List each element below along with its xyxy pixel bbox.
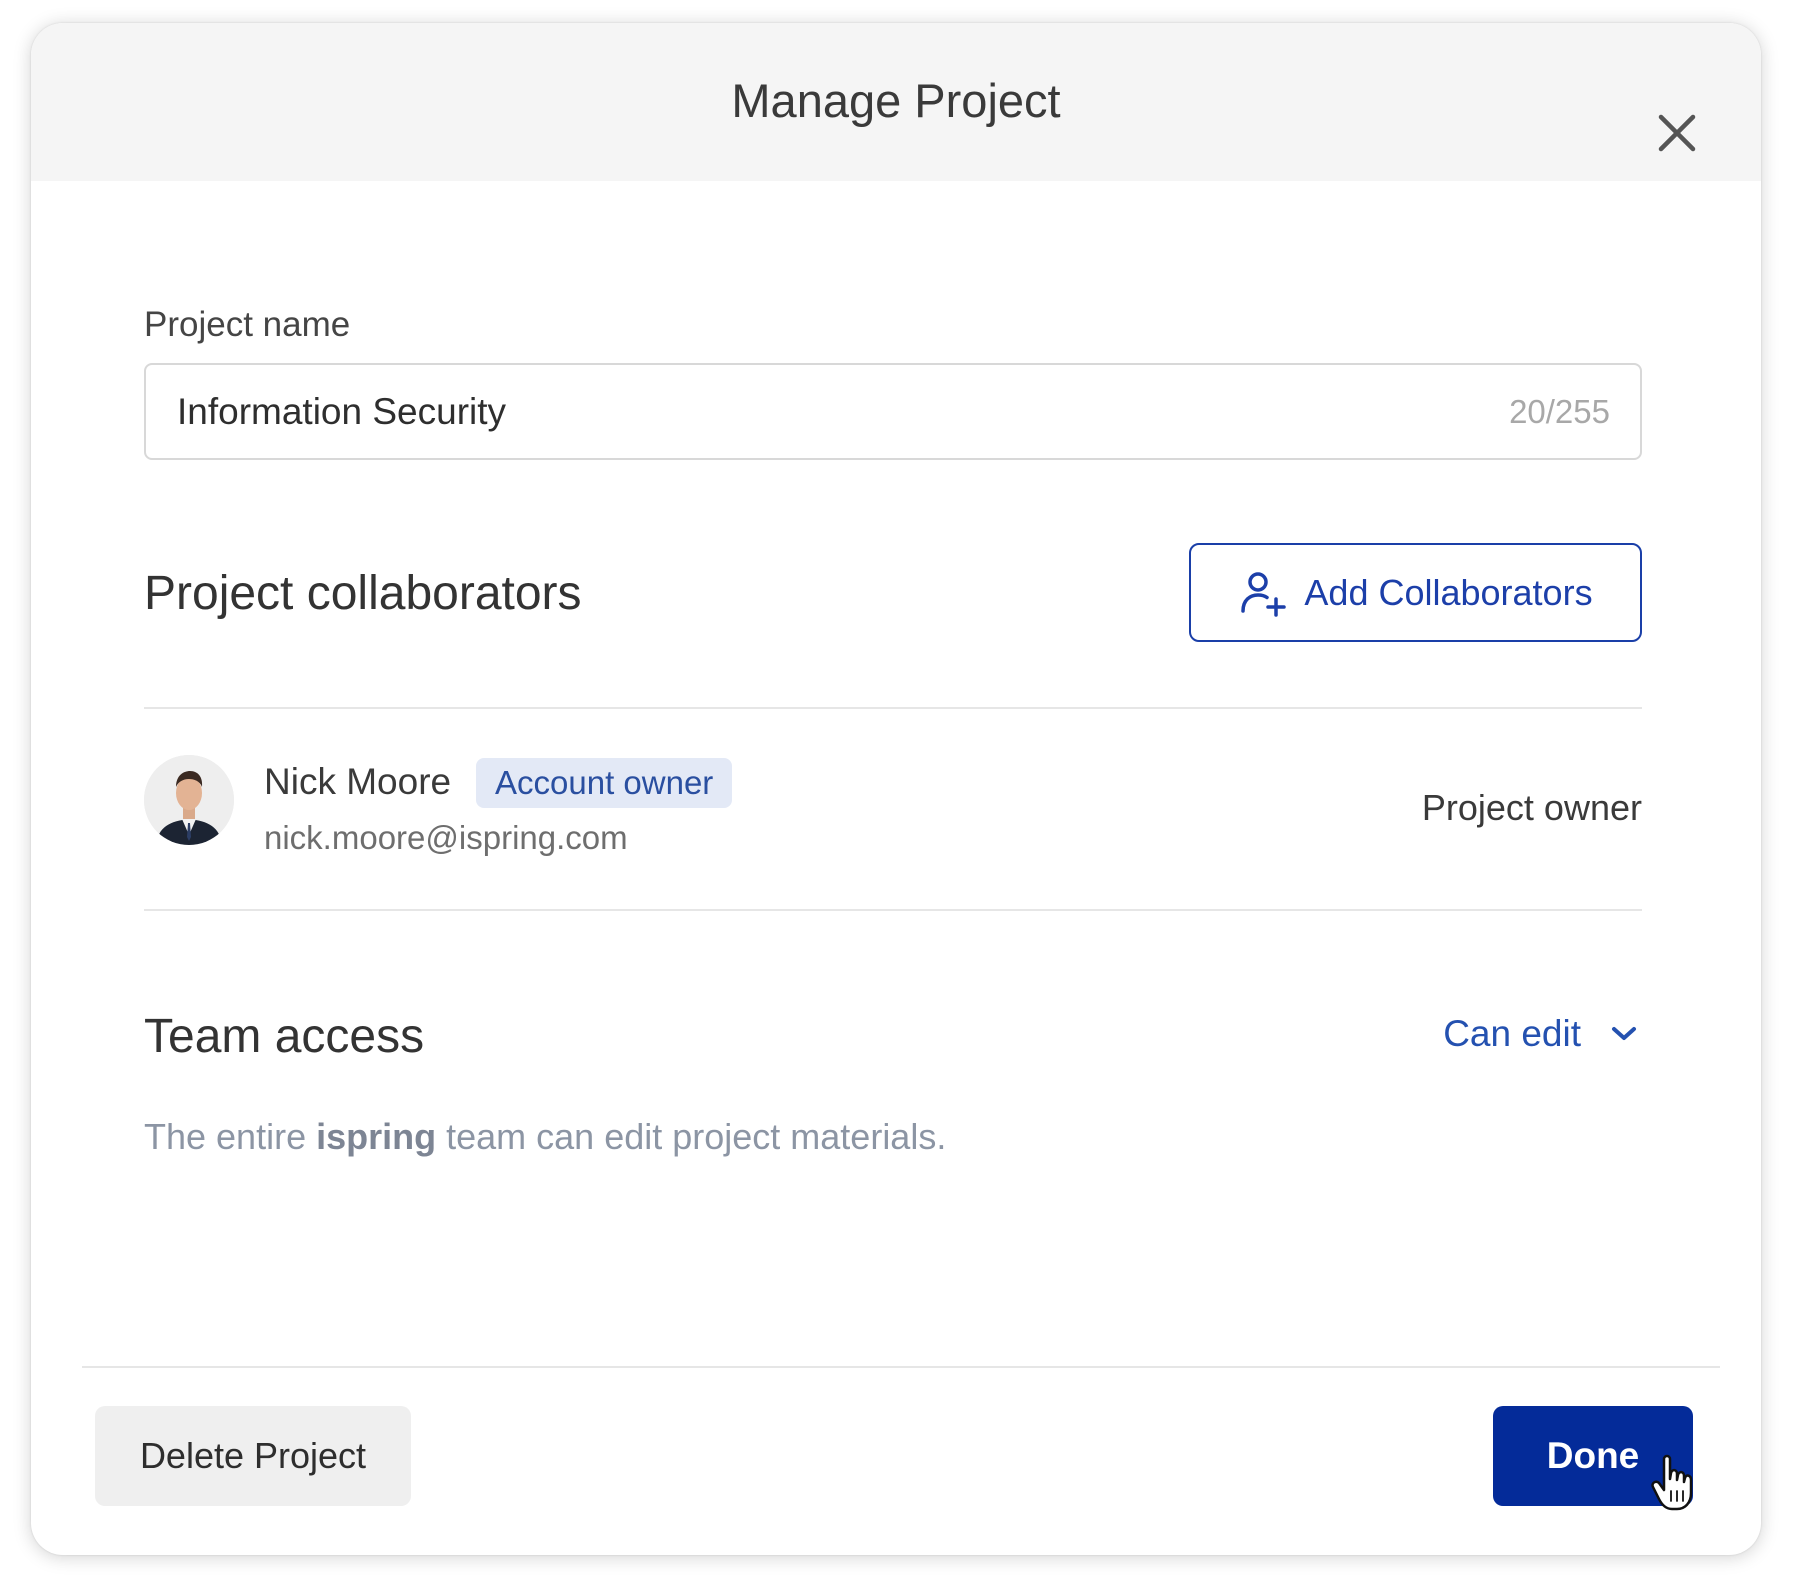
avatar <box>144 755 234 845</box>
character-counter: 20/255 <box>1509 393 1610 430</box>
chevron-down-icon <box>1612 1027 1636 1040</box>
team-access-value: Can edit <box>1443 1013 1581 1054</box>
team-access-dropdown[interactable]: Can edit <box>1443 1013 1637 1055</box>
project-name-label: Project name <box>144 305 351 344</box>
dialog-header: Manage Project <box>31 23 1761 181</box>
manage-project-dialog: Manage Project Project name Information … <box>31 23 1761 1555</box>
close-button[interactable] <box>1655 111 1699 155</box>
collaborator-email: nick.moore@ispring.com <box>264 819 628 856</box>
add-collaborators-button[interactable]: Add Collaborators <box>1189 543 1642 642</box>
divider <box>144 707 1642 709</box>
team-name: ispring <box>316 1116 437 1157</box>
collaborator-role: Project owner <box>1421 787 1642 828</box>
add-collaborators-label: Add Collaborators <box>1304 571 1593 613</box>
project-name-input[interactable]: Information Security 20/255 <box>144 363 1642 460</box>
close-icon <box>1658 114 1696 152</box>
team-access-heading: Team access <box>144 1010 425 1063</box>
delete-project-button[interactable]: Delete Project <box>95 1406 411 1506</box>
project-name-value[interactable]: Information Security <box>177 391 506 433</box>
divider <box>144 909 1642 911</box>
footer-divider <box>82 1366 1720 1368</box>
collaborators-heading: Project collaborators <box>144 567 582 620</box>
account-owner-badge: Account owner <box>476 758 733 808</box>
team-access-description: The entire ispring team can edit project… <box>144 1116 947 1157</box>
add-user-icon <box>1241 571 1287 617</box>
dialog-title: Manage Project <box>731 74 1061 127</box>
hand-cursor-icon <box>1651 1454 1693 1511</box>
collaborator-name: Nick Moore <box>264 761 452 802</box>
